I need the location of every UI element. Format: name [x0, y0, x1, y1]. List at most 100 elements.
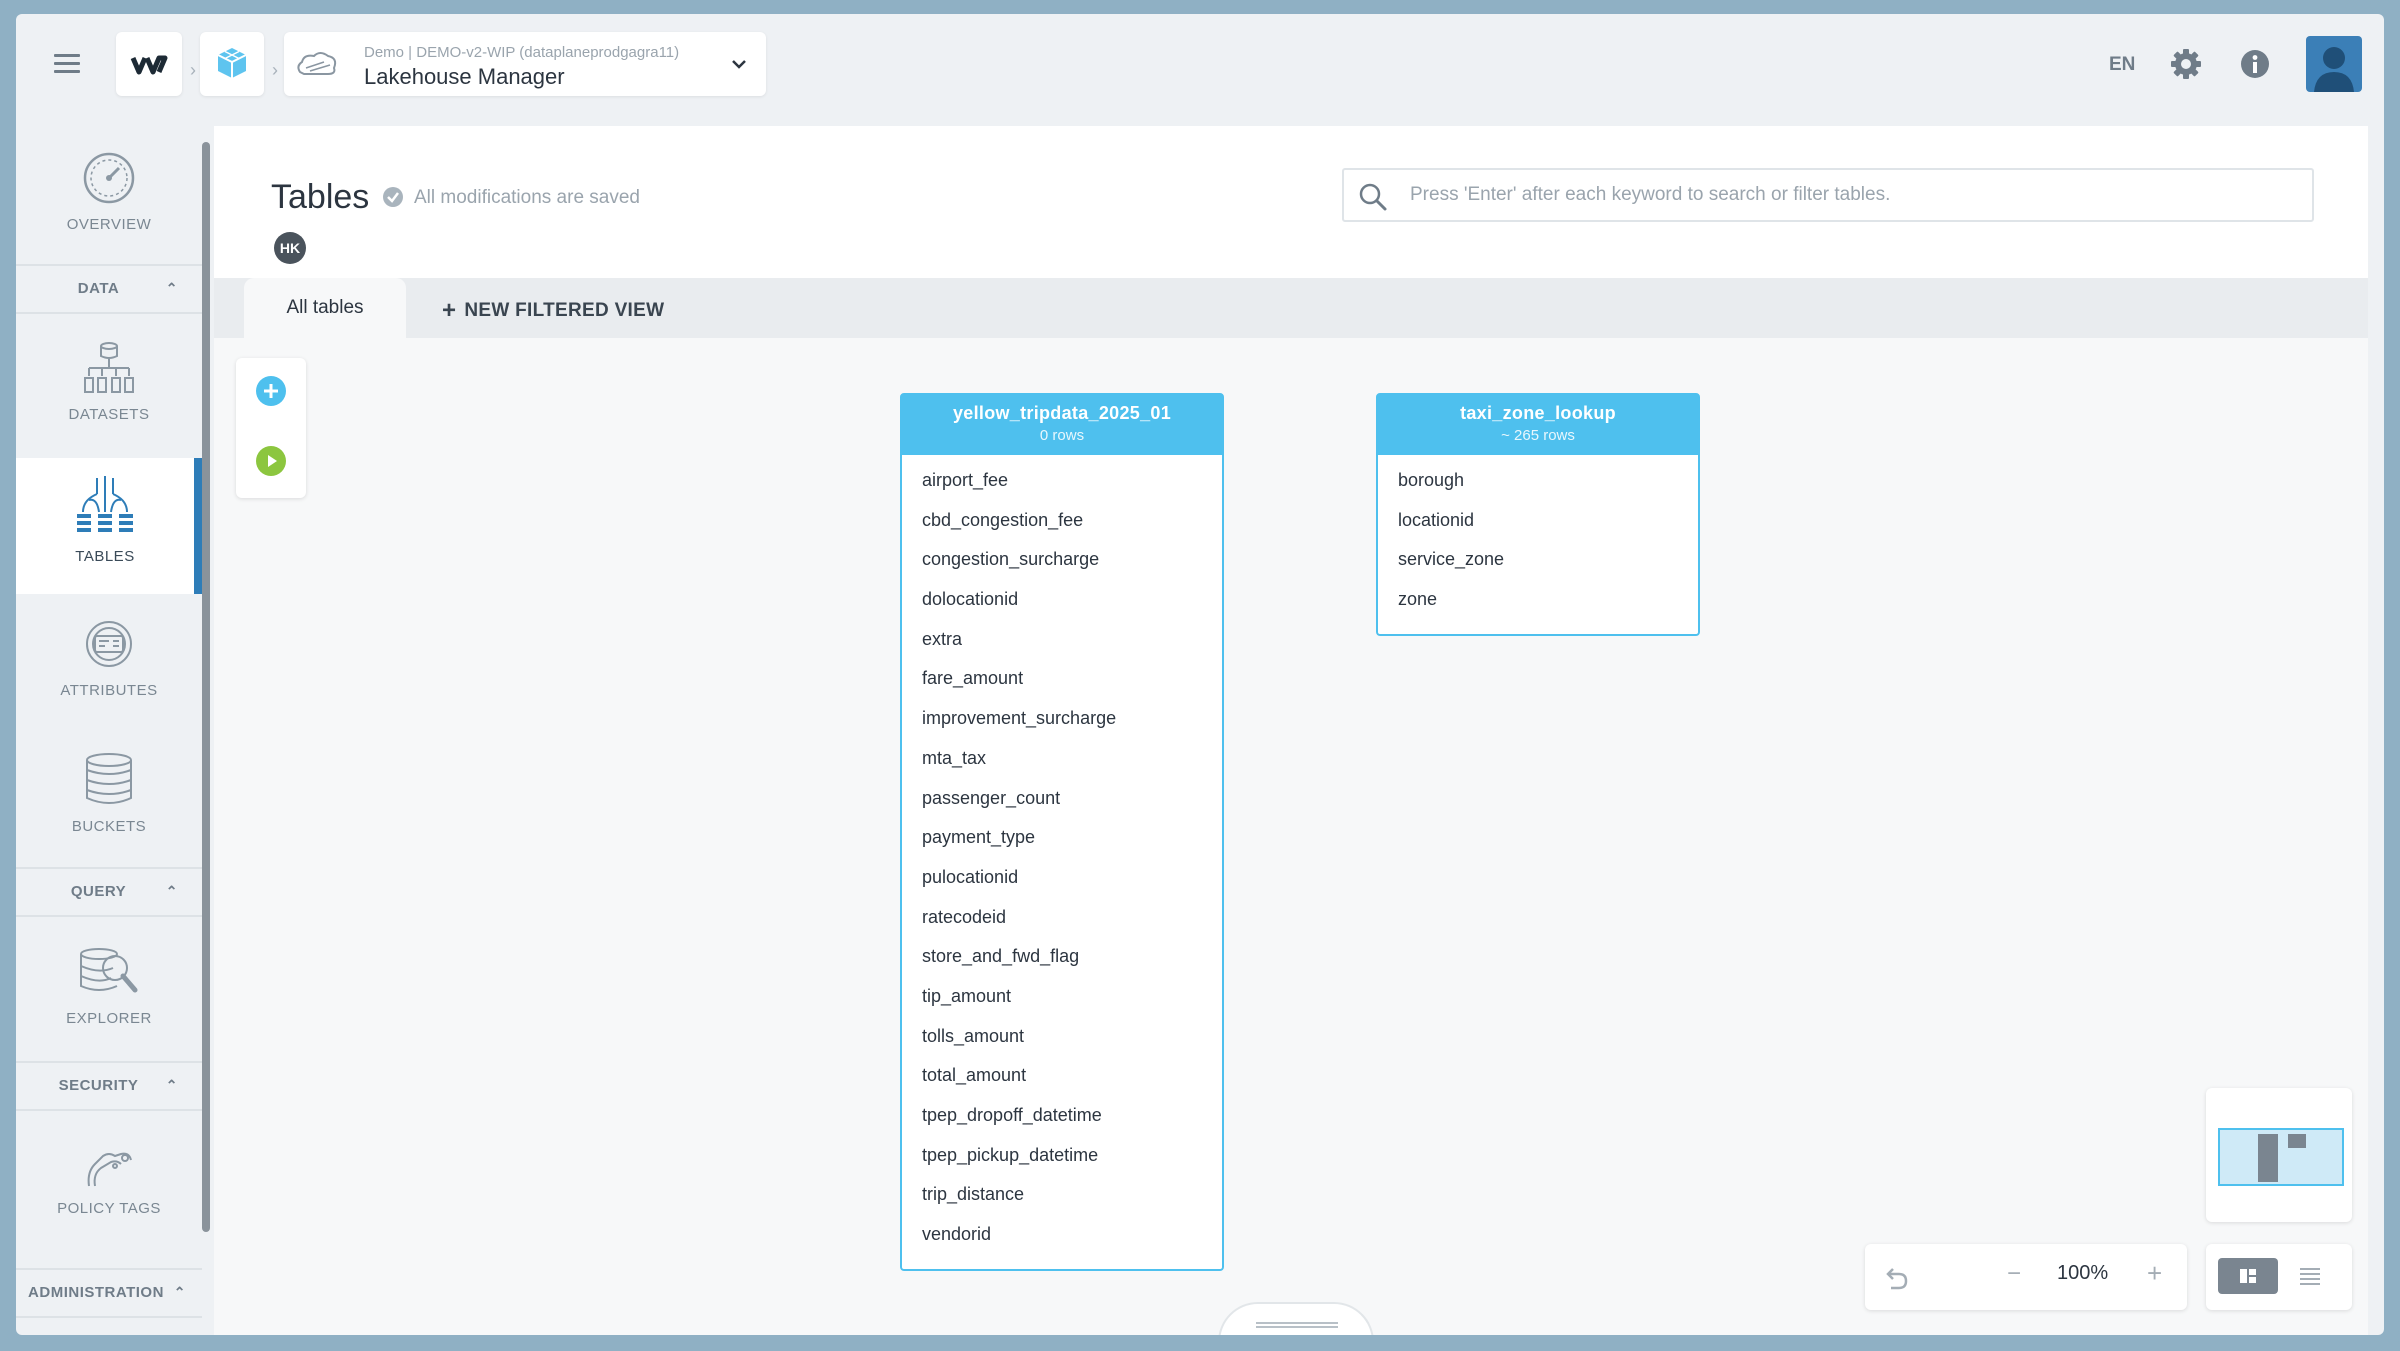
gauge-icon: [83, 152, 135, 204]
save-status: All modifications are saved: [414, 187, 640, 208]
minimap-table-block: [2258, 1134, 2278, 1182]
cube-icon: [217, 48, 247, 78]
language-selector[interactable]: EN: [2109, 54, 2135, 76]
sidebar-item-buckets[interactable]: BUCKETS: [16, 752, 202, 835]
column-item[interactable]: zone: [1378, 584, 1698, 624]
sidebar-section-data[interactable]: DATA ⌃: [16, 264, 202, 314]
column-item[interactable]: store_and_fwd_flag: [902, 941, 1222, 981]
sidebar-item-tables[interactable]: TABLES: [16, 458, 202, 594]
sidebar-section-administration[interactable]: ADMINISTRATION ⌃: [16, 1268, 202, 1318]
column-item[interactable]: congestion_surcharge: [902, 544, 1222, 584]
list-view-button[interactable]: [2280, 1258, 2340, 1294]
column-item[interactable]: mta_tax: [902, 743, 1222, 783]
zoom-controls: − 100% +: [1865, 1244, 2187, 1310]
column-item[interactable]: airport_fee: [902, 465, 1222, 505]
sidebar-item-datasets[interactable]: DATASETS: [16, 340, 202, 423]
play-icon[interactable]: [255, 445, 287, 477]
table-card[interactable]: taxi_zone_lookup ~ 265 rows borough loca…: [1376, 393, 1700, 636]
sidebar-section-query[interactable]: QUERY ⌃: [16, 867, 202, 917]
tables-canvas[interactable]: yellow_tripdata_2025_01 0 rows airport_f…: [214, 338, 2368, 1335]
bottom-panel-handle[interactable]: [1218, 1302, 1374, 1335]
canvas-toolbox: [236, 358, 306, 498]
sidebar-item-label: TABLES: [75, 548, 135, 565]
check-circle-icon: [383, 187, 403, 207]
zoom-out-button[interactable]: −: [2007, 1260, 2021, 1288]
avatar[interactable]: [2306, 36, 2362, 92]
table-card-header[interactable]: yellow_tripdata_2025_01 0 rows: [902, 395, 1222, 455]
sidebar: OVERVIEW DATA ⌃ DATASETS TABLES ATTRIBUT…: [16, 124, 202, 1335]
app-window: › › Demo | DEMO-v2-WIP (dataplaneprodgag…: [16, 14, 2384, 1335]
column-item[interactable]: payment_type: [902, 822, 1222, 862]
explorer-icon: [80, 948, 138, 993]
chevron-up-icon: ⌃: [165, 280, 178, 296]
attributes-icon: [86, 621, 132, 667]
column-item[interactable]: ratecodeid: [902, 902, 1222, 942]
column-item[interactable]: fare_amount: [902, 663, 1222, 703]
chevron-up-icon: ⌃: [165, 883, 178, 899]
column-item[interactable]: dolocationid: [902, 584, 1222, 624]
column-item[interactable]: tpep_pickup_datetime: [902, 1140, 1222, 1180]
add-table-icon[interactable]: [255, 375, 287, 407]
breadcrumb-project[interactable]: [200, 32, 264, 96]
diagram-view-button[interactable]: [2218, 1258, 2278, 1294]
undo-icon[interactable]: [1883, 1266, 1909, 1290]
table-row-count: ~ 265 rows: [1501, 427, 1575, 444]
user-initials-avatar[interactable]: HK: [274, 232, 306, 264]
chevron-up-icon: ⌃: [165, 1077, 178, 1093]
sidebar-scrollbar[interactable]: [202, 142, 210, 1232]
menu-icon[interactable]: [54, 54, 80, 74]
sidebar-item-explorer[interactable]: EXPLORER: [16, 944, 202, 1027]
column-item[interactable]: cbd_congestion_fee: [902, 505, 1222, 545]
breadcrumb-title: Lakehouse Manager: [364, 64, 565, 89]
column-item[interactable]: locationid: [1378, 505, 1698, 545]
column-item[interactable]: tip_amount: [902, 981, 1222, 1021]
column-item[interactable]: borough: [1378, 465, 1698, 505]
top-bar: › › Demo | DEMO-v2-WIP (dataplaneprodgag…: [16, 14, 2384, 124]
sidebar-item-overview[interactable]: OVERVIEW: [16, 150, 202, 233]
table-name: yellow_tripdata_2025_01: [952, 403, 1172, 423]
zoom-in-button[interactable]: +: [2147, 1258, 2162, 1289]
column-item[interactable]: improvement_surcharge: [902, 703, 1222, 743]
sidebar-item-label: POLICY TAGS: [57, 1200, 161, 1217]
breadcrumb-subtitle: Demo | DEMO-v2-WIP (dataplaneprodgagra11…: [364, 44, 680, 61]
column-item[interactable]: service_zone: [1378, 544, 1698, 584]
column-item[interactable]: vendorid: [902, 1219, 1222, 1259]
minimap-table-block: [2288, 1134, 2306, 1148]
search-input[interactable]: [1410, 180, 2290, 210]
column-item[interactable]: tolls_amount: [902, 1021, 1222, 1061]
search-box[interactable]: [1342, 168, 2314, 222]
breadcrumb-lakehouse[interactable]: Demo | DEMO-v2-WIP (dataplaneprodgagra11…: [284, 32, 766, 96]
column-item[interactable]: total_amount: [902, 1060, 1222, 1100]
table-card-header[interactable]: taxi_zone_lookup ~ 265 rows: [1378, 395, 1698, 455]
info-icon[interactable]: [2239, 48, 2271, 80]
new-filtered-view-label: NEW FILTERED VIEW: [464, 300, 665, 321]
logo-button[interactable]: [116, 32, 182, 96]
tab-bar: All tables + NEW FILTERED VIEW: [214, 278, 2368, 338]
section-label: ADMINISTRATION: [28, 1284, 164, 1301]
gear-icon[interactable]: [2168, 46, 2204, 82]
column-item[interactable]: extra: [902, 624, 1222, 664]
sidebar-item-label: EXPLORER: [66, 1010, 152, 1027]
plus-icon: +: [442, 297, 457, 324]
logo-icon: [130, 55, 168, 75]
column-item[interactable]: tpep_dropoff_datetime: [902, 1100, 1222, 1140]
chevron-down-icon[interactable]: [730, 58, 748, 70]
zoom-level: 100%: [2057, 1262, 2109, 1284]
sidebar-item-label: BUCKETS: [71, 818, 147, 835]
main-panel: Tables All modifications are saved HK Al…: [214, 126, 2368, 1335]
sidebar-section-security[interactable]: SECURITY ⌃: [16, 1061, 202, 1111]
minimap[interactable]: [2206, 1088, 2352, 1222]
column-item[interactable]: pulocationid: [902, 862, 1222, 902]
sidebar-item-attributes[interactable]: ATTRIBUTES: [16, 616, 202, 699]
user-icon: [2314, 47, 2354, 92]
sidebar-item-label: OVERVIEW: [66, 216, 152, 233]
policy-tags-icon: [87, 1152, 132, 1187]
sidebar-item-policy-tags[interactable]: POLICY TAGS: [16, 1146, 202, 1217]
minimap-viewport[interactable]: [2218, 1128, 2344, 1186]
column-item[interactable]: passenger_count: [902, 783, 1222, 823]
table-card[interactable]: yellow_tripdata_2025_01 0 rows airport_f…: [900, 393, 1224, 1271]
new-filtered-view-button[interactable]: + NEW FILTERED VIEW: [442, 297, 664, 325]
column-item[interactable]: trip_distance: [902, 1179, 1222, 1219]
search-icon: [1359, 183, 1387, 211]
tab-all-tables[interactable]: All tables: [244, 278, 406, 338]
